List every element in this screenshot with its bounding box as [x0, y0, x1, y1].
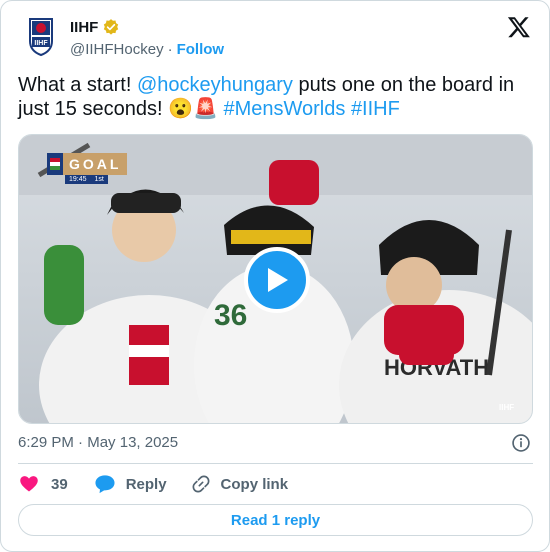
svg-text:IIHF: IIHF [34, 40, 48, 47]
scorebug-clock-row: 19:45 1st [65, 175, 108, 184]
read-reply-button[interactable]: Read 1 reply [18, 504, 533, 536]
tweet-text: What a start! @hockeyhungary puts one on… [18, 73, 533, 121]
copy-link-label: Copy link [220, 475, 289, 493]
scorebug: GOAL [47, 153, 128, 175]
tweet-text-start: What a start! [18, 74, 137, 96]
scorebug-clock: 19:45 [69, 176, 87, 183]
read-reply-label: Read 1 reply [230, 511, 321, 529]
link-icon [192, 475, 209, 493]
like-count: 39 [51, 475, 68, 493]
copy-link-button[interactable]: Copy link [191, 473, 289, 495]
mention-link[interactable]: @hockeyhungary [137, 74, 293, 96]
author-handle[interactable]: @IIHFHockey [70, 41, 164, 58]
timestamp-row[interactable]: 6:29 PM · May 13, 2025 [18, 434, 178, 451]
x-logo-icon[interactable] [507, 15, 531, 39]
reply-bubble-icon [95, 475, 115, 494]
scorebug-period: 1st [94, 176, 104, 183]
video-player[interactable]: 36 HORVATH IIHF GOAL 19:45 1st [18, 134, 533, 424]
hashtag-link-iihf[interactable]: #IIHF [351, 98, 400, 120]
hashtag-link-mensworlds[interactable]: #MensWorlds [223, 98, 345, 120]
iihf-logo-icon: IIHF [29, 18, 53, 57]
tweet-card: IIHF IIHF @IIHFHockey · Follow What a st… [0, 0, 550, 552]
action-bar: 39 Reply Copy link [19, 473, 288, 495]
hungary-flag-icon [50, 158, 60, 170]
like-button[interactable]: 39 [19, 473, 68, 495]
play-button[interactable] [244, 247, 310, 313]
author-handle-row: @IIHFHockey · Follow [70, 41, 224, 58]
video-watermark: IIHF [499, 403, 514, 412]
follow-button[interactable]: Follow [177, 41, 225, 58]
play-icon [268, 268, 288, 292]
handle-separator: · [167, 41, 173, 58]
heart-icon [20, 476, 38, 492]
author-avatar[interactable]: IIHF [19, 15, 63, 59]
reply-button[interactable]: Reply [94, 473, 167, 495]
timestamp-date: May 13, 2025 [87, 434, 179, 451]
reply-label: Reply [125, 475, 167, 493]
timestamp-separator: · [78, 434, 84, 451]
verified-badge-icon [104, 19, 119, 35]
divider [18, 463, 533, 464]
scorebug-goal-label: GOAL [69, 156, 122, 172]
author-name-row: IIHF [70, 18, 120, 36]
info-icon[interactable] [511, 433, 531, 453]
timestamp-time: 6:29 PM [18, 434, 74, 451]
author-name[interactable]: IIHF [70, 19, 98, 36]
tweet-emojis: 😮🚨 [168, 98, 218, 120]
svg-text:36: 36 [214, 299, 247, 332]
